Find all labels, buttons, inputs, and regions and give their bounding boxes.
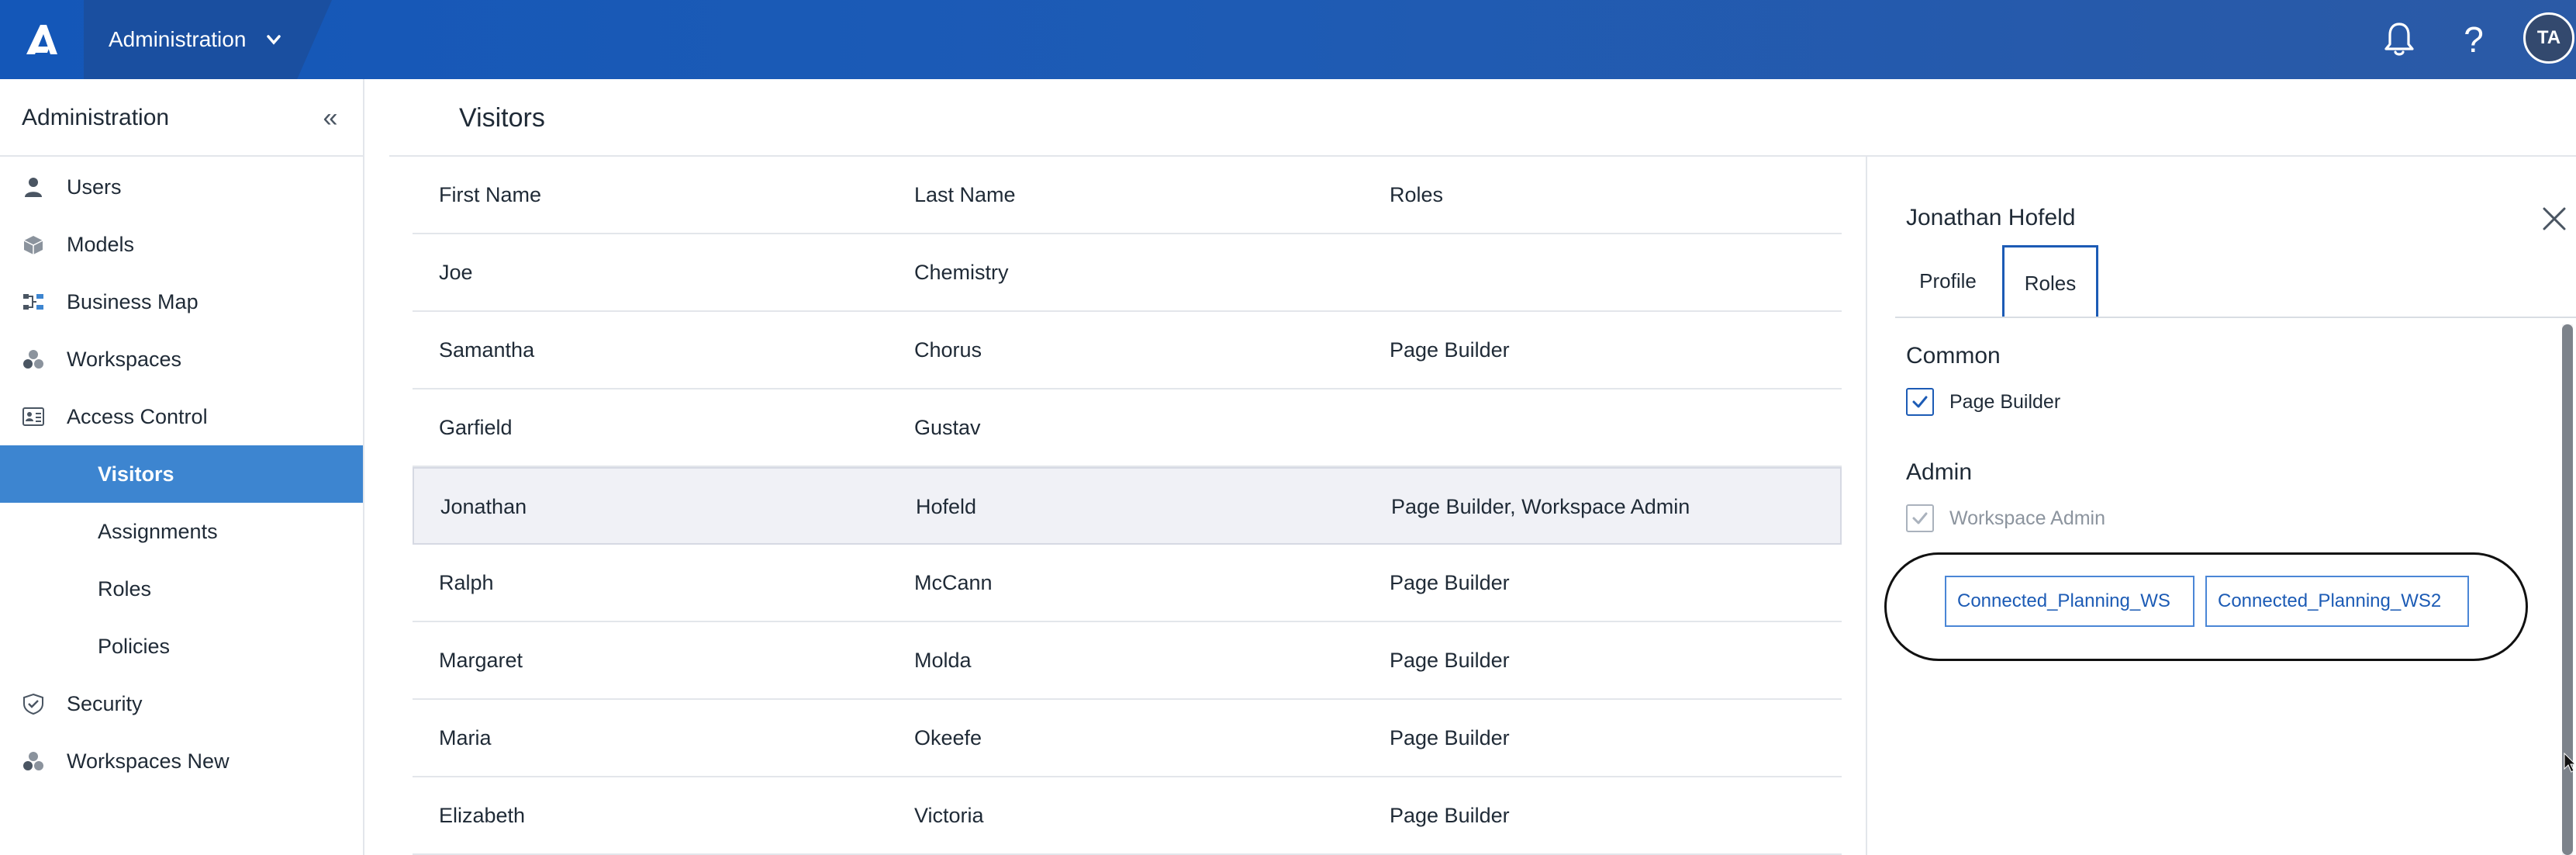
shield-check-icon [23, 693, 43, 715]
checkbox[interactable] [1906, 388, 1934, 416]
sidebar-item-access-control[interactable]: Access Control [0, 388, 363, 445]
table-header: First Name Last Name Roles [413, 157, 1842, 234]
sidebar-item-assignments[interactable]: Assignments [0, 503, 363, 560]
sidebar-item-workspaces-new[interactable]: Workspaces New [0, 732, 363, 790]
cell-first-name: Jonathan [440, 495, 527, 518]
table-row[interactable]: Ralph McCann Page Builder [413, 545, 1842, 622]
workspace-chip[interactable]: Connected_Planning_WS [1945, 576, 2194, 627]
group-title-admin: Admin [1906, 459, 1973, 485]
sidebar-item-policies[interactable]: Policies [0, 618, 363, 675]
checkmark-icon [1912, 396, 1928, 408]
tab-roles[interactable]: Roles [2002, 245, 2098, 317]
sidebar-item-label: Access Control [67, 404, 208, 428]
sidebar-item-label: Workspaces [67, 347, 182, 371]
column-header-roles[interactable]: Roles [1390, 157, 1443, 233]
sidebar-item-label: Models [67, 232, 135, 256]
sidebar-item-security[interactable]: Security [0, 675, 363, 732]
role-checkbox-workspace-admin[interactable]: Workspace Admin [1906, 503, 2105, 534]
workspaces-icon [23, 350, 43, 369]
sidebar-item-models[interactable]: Models [0, 216, 363, 273]
cell-last-name: Chemistry [914, 261, 1009, 284]
sidebar-header: Administration « [0, 79, 363, 157]
avatar[interactable]: TA [2523, 12, 2574, 64]
group-title-common: Common [1906, 343, 2001, 369]
cell-roles: Page Builder, Workspace Admin [1391, 495, 1690, 518]
role-checkbox-page-builder[interactable]: Page Builder [1906, 386, 2060, 417]
cell-roles: Page Builder [1390, 649, 1510, 672]
sidebar-title: Administration [22, 105, 170, 130]
table-row-selected[interactable]: Jonathan Hofeld Page Builder, Workspace … [413, 467, 1842, 545]
user-icon [25, 178, 42, 197]
help-glyph: ? [2464, 19, 2484, 60]
cell-roles: Page Builder [1390, 726, 1510, 749]
sidebar-item-users[interactable]: Users [0, 158, 363, 216]
checkbox-disabled[interactable] [1906, 504, 1934, 532]
sidebar-item-label: Policies [98, 634, 171, 658]
sidebar-item-label: Visitors [98, 462, 174, 486]
sidebar-item-roles[interactable]: Roles [0, 560, 363, 618]
table-row[interactable]: Maria Okeefe Page Builder [413, 700, 1842, 777]
cell-last-name: Victoria [914, 804, 984, 827]
cell-roles: Page Builder [1390, 338, 1510, 362]
checkbox-label: Workspace Admin [1949, 507, 2106, 529]
page-title: Visitors [459, 103, 545, 133]
top-bar: Administration ? TA [0, 0, 2576, 79]
cell-last-name: McCann [914, 571, 993, 594]
sidebar-item-visitors[interactable]: Visitors [0, 445, 363, 503]
cell-first-name: Elizabeth [439, 804, 526, 827]
sidebar-item-label: Workspaces New [67, 749, 230, 773]
cell-first-name: Ralph [439, 571, 494, 594]
table-row[interactable]: Joe Chemistry [413, 234, 1842, 312]
workspace-chip[interactable]: Connected_Planning_WS2 [2205, 576, 2469, 627]
bell-icon[interactable] [2376, 0, 2422, 79]
question-mark-icon[interactable]: ? [2450, 0, 2497, 79]
cell-last-name: Gustav [914, 416, 981, 439]
checkmark-icon [1912, 512, 1928, 524]
cell-last-name: Hofeld [916, 495, 977, 518]
cell-first-name: Garfield [439, 416, 513, 439]
column-header-last-name[interactable]: Last Name [914, 157, 1016, 233]
cell-roles: Page Builder [1390, 571, 1510, 594]
mouse-cursor-icon [2564, 752, 2576, 777]
sidebar-item-label: Security [67, 691, 143, 715]
anaplan-logo-icon[interactable] [0, 0, 84, 79]
tab-profile[interactable]: Profile [1895, 245, 2001, 317]
cell-last-name: Okeefe [914, 726, 982, 749]
sidebar-item-label: Assignments [98, 519, 218, 543]
sidebar-item-workspaces[interactable]: Workspaces [0, 331, 363, 388]
visitors-table: First Name Last Name Roles Joe Chemistry… [413, 157, 1842, 855]
close-icon[interactable] [2540, 205, 2568, 233]
cell-last-name: Chorus [914, 338, 982, 362]
cell-roles: Page Builder [1390, 804, 1510, 827]
app-switcher-label[interactable]: Administration [109, 0, 246, 79]
table-row[interactable]: Elizabeth Victoria Page Builder [413, 777, 1842, 855]
table-row[interactable]: Margaret Molda Page Builder [413, 622, 1842, 700]
sidebar-item-label: Roles [98, 576, 152, 601]
visitor-details-panel: Jonathan Hofeld Profile Roles Common Pag… [1866, 157, 2576, 855]
workspaces-icon [23, 752, 43, 770]
business-map-icon [23, 294, 43, 310]
cell-last-name: Molda [914, 649, 972, 672]
chevron-down-icon[interactable] [262, 29, 285, 54]
panel-tabs: Profile Roles [1895, 245, 2576, 318]
id-card-icon [22, 407, 44, 426]
cell-first-name: Margaret [439, 649, 523, 672]
sidebar-item-business-map[interactable]: Business Map [0, 273, 363, 331]
cell-first-name: Joe [439, 261, 473, 284]
sidebar-item-label: Users [67, 175, 122, 199]
table-row[interactable]: Garfield Gustav [413, 389, 1842, 467]
sidebar-item-label: Business Map [67, 289, 199, 313]
collapse-sidebar-button[interactable]: « [313, 101, 347, 135]
cube-icon [23, 236, 43, 254]
page-header: Visitors [389, 79, 2576, 157]
checkbox-label: Page Builder [1949, 390, 2061, 413]
cell-first-name: Maria [439, 726, 492, 749]
panel-visitor-name: Jonathan Hofeld [1906, 205, 2076, 230]
column-header-first-name[interactable]: First Name [439, 157, 541, 233]
sidebar: Administration « Users Models Business M… [0, 79, 364, 855]
table-row[interactable]: Samantha Chorus Page Builder [413, 312, 1842, 389]
cell-first-name: Samantha [439, 338, 535, 362]
